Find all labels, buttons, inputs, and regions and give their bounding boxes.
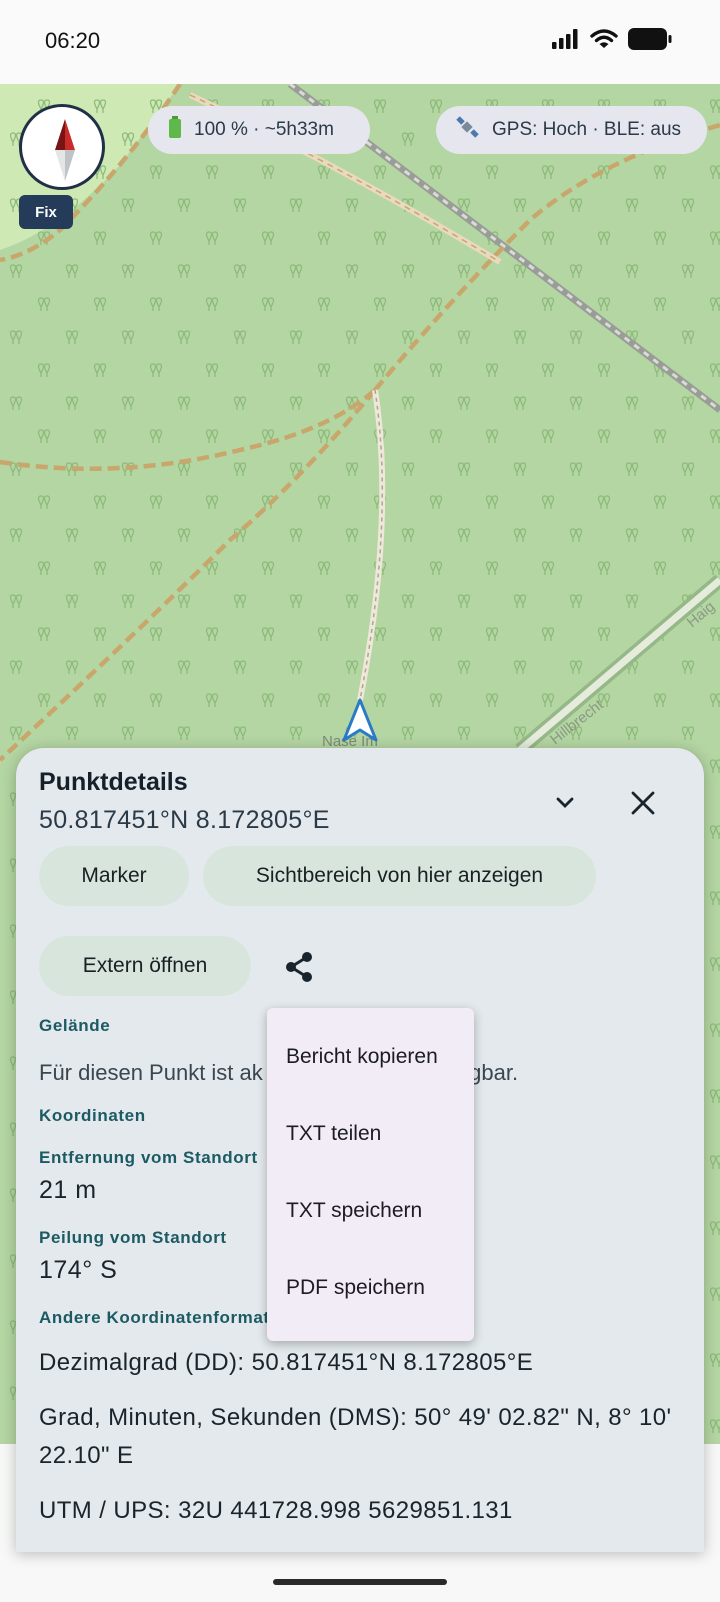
- other-formats-label: Andere Koordinatenformat: [39, 1308, 270, 1327]
- share-menu: Bericht kopieren TXT teilen TXT speicher…: [267, 1008, 474, 1341]
- terrain-text-prefix: Für diesen Punkt ist ak: [39, 1060, 263, 1085]
- menu-item-copy-report[interactable]: Bericht kopieren: [286, 1045, 438, 1069]
- battery-chip-text: 100 % · ~5h33m: [194, 119, 334, 140]
- status-bar: 06:20: [0, 0, 720, 84]
- menu-item-save-pdf[interactable]: PDF speichern: [286, 1276, 425, 1300]
- chevron-down-icon: [556, 797, 574, 808]
- compass-needle-icon: [55, 119, 75, 181]
- close-icon: [631, 791, 655, 815]
- battery-full-icon: [628, 28, 672, 50]
- signal-icon: [552, 29, 578, 49]
- open-external-button[interactable]: Extern öffnen: [39, 936, 251, 996]
- distance-value: 21 m: [39, 1176, 97, 1204]
- status-icons: [552, 28, 672, 50]
- gps-chip-text: GPS: Hoch · BLE: aus: [492, 119, 682, 140]
- menu-item-save-txt[interactable]: TXT speichern: [286, 1199, 422, 1223]
- home-indicator[interactable]: [273, 1579, 447, 1585]
- sheet-coordinates: 50.817451°N 8.172805°E: [39, 806, 330, 834]
- distance-label: Entfernung vom Standort: [39, 1148, 258, 1167]
- close-button[interactable]: [620, 780, 666, 826]
- wifi-icon: [590, 29, 618, 48]
- bearing-value: 174° S: [39, 1256, 118, 1284]
- coordinates-section-label: Koordinaten: [39, 1106, 146, 1125]
- viewshed-button[interactable]: Sichtbereich von hier anzeigen: [203, 846, 596, 906]
- coord-dms: Grad, Minuten, Sekunden (DMS): 50° 49' 0…: [39, 1404, 672, 1469]
- collapse-button[interactable]: [542, 780, 588, 826]
- share-icon: [286, 952, 312, 982]
- terrain-section-label: Gelände: [39, 1016, 111, 1035]
- gps-status-chip[interactable]: GPS: Hoch · BLE: aus: [436, 106, 707, 154]
- coord-dd: Dezimalgrad (DD): 50.817451°N 8.172805°E: [39, 1349, 534, 1376]
- battery-chip[interactable]: 100 % · ~5h33m: [148, 106, 370, 154]
- share-button[interactable]: [282, 950, 316, 984]
- menu-item-share-txt[interactable]: TXT teilen: [286, 1122, 381, 1146]
- marker-button[interactable]: Marker: [39, 846, 189, 906]
- fix-badge[interactable]: Fix: [19, 195, 73, 229]
- bearing-label: Peilung vom Standort: [39, 1228, 227, 1247]
- status-time: 06:20: [45, 28, 101, 53]
- coord-utm: UTM / UPS: 32U 441728.998 5629851.131: [39, 1497, 513, 1524]
- battery-icon: [168, 116, 182, 144]
- sheet-title: Punktdetails: [39, 768, 188, 796]
- satellite-icon: [456, 116, 480, 144]
- compass-button[interactable]: [19, 104, 105, 190]
